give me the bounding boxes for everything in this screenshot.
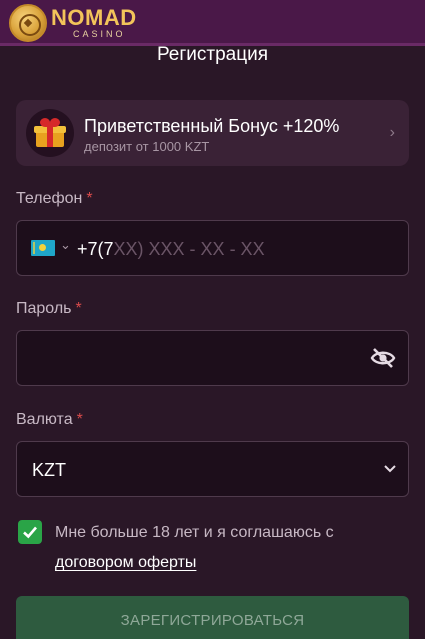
chevron-right-icon: ›: [389, 124, 395, 141]
phone-field[interactable]: ⌄ +7(7XX) XXX - XX - XX: [16, 220, 409, 276]
bonus-subtitle: депозит от 1000 KZT: [84, 139, 210, 154]
bonus-title: Приветственный Бонус +120%: [84, 116, 340, 136]
logo-coin-icon: [9, 4, 47, 42]
brand-name: NOMAD: [51, 5, 137, 30]
welcome-bonus-card[interactable]: Приветственный Бонус +120% депозит от 10…: [16, 100, 409, 166]
gift-icon: [26, 109, 74, 157]
kazakhstan-flag-icon[interactable]: [31, 240, 55, 256]
brand-logo[interactable]: NOMAD CASINO: [9, 4, 137, 42]
agreement-text: Мне больше 18 лет и я соглашаюсь с догов…: [55, 524, 334, 571]
register-button[interactable]: ЗАРЕГИСТРИРОВАТЬСЯ: [16, 596, 409, 639]
currency-label: Валюта *: [16, 411, 83, 428]
offer-agreement-link[interactable]: договором оферты: [55, 554, 196, 571]
page-title: Регистрация: [156, 44, 269, 65]
top-bar: NOMAD CASINO: [0, 0, 425, 46]
eye-off-icon[interactable]: [370, 347, 396, 369]
age-agreement-checkbox[interactable]: [18, 520, 42, 544]
brand-sub: CASINO: [73, 29, 126, 39]
chevron-down-icon[interactable]: [382, 460, 398, 476]
password-label: Пароль *: [16, 300, 82, 317]
chevron-down-icon[interactable]: ⌄: [60, 237, 71, 253]
phone-label: Телефон *: [16, 190, 93, 207]
phone-mask: XX) XXX - XX - XX: [113, 239, 265, 259]
required-marker: *: [75, 300, 82, 317]
currency-select[interactable]: KZT: [16, 441, 409, 497]
checkmark-icon: [23, 526, 37, 539]
required-marker: *: [76, 411, 83, 428]
password-field[interactable]: [16, 330, 409, 386]
phone-input[interactable]: +7(7XX) XXX - XX - XX: [77, 239, 265, 260]
required-marker: *: [86, 190, 93, 207]
currency-selected-value: KZT: [32, 460, 66, 480]
